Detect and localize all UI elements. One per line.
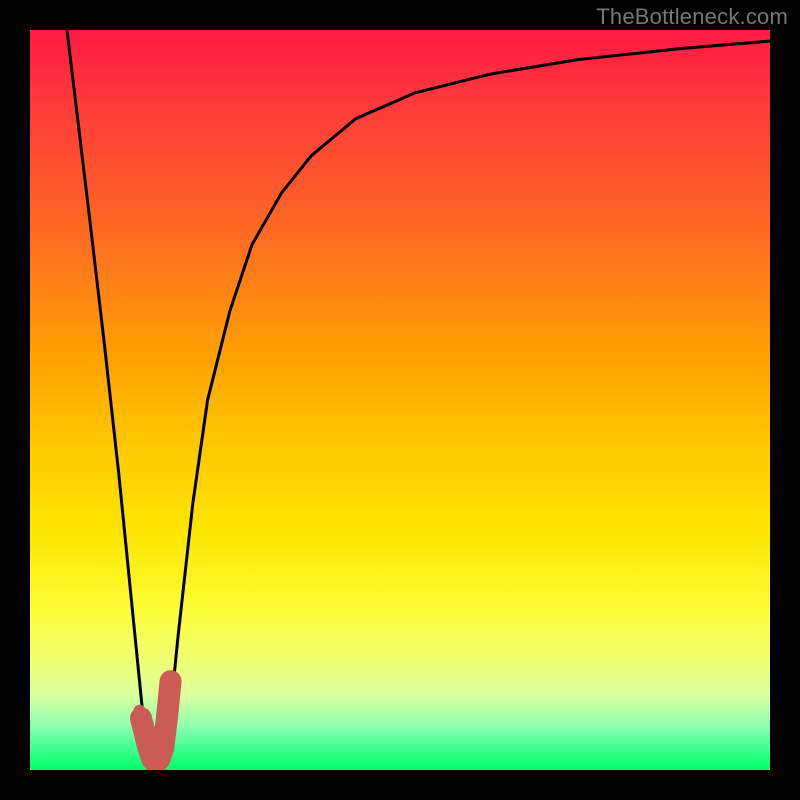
bottleneck-curve	[67, 30, 770, 763]
plot-area	[30, 30, 770, 770]
highlight-segment	[141, 681, 171, 762]
chart-container: TheBottleneck.com	[0, 0, 800, 800]
watermark-label: TheBottleneck.com	[596, 4, 788, 30]
highlight-point	[134, 705, 146, 717]
plot-svg	[30, 30, 770, 770]
